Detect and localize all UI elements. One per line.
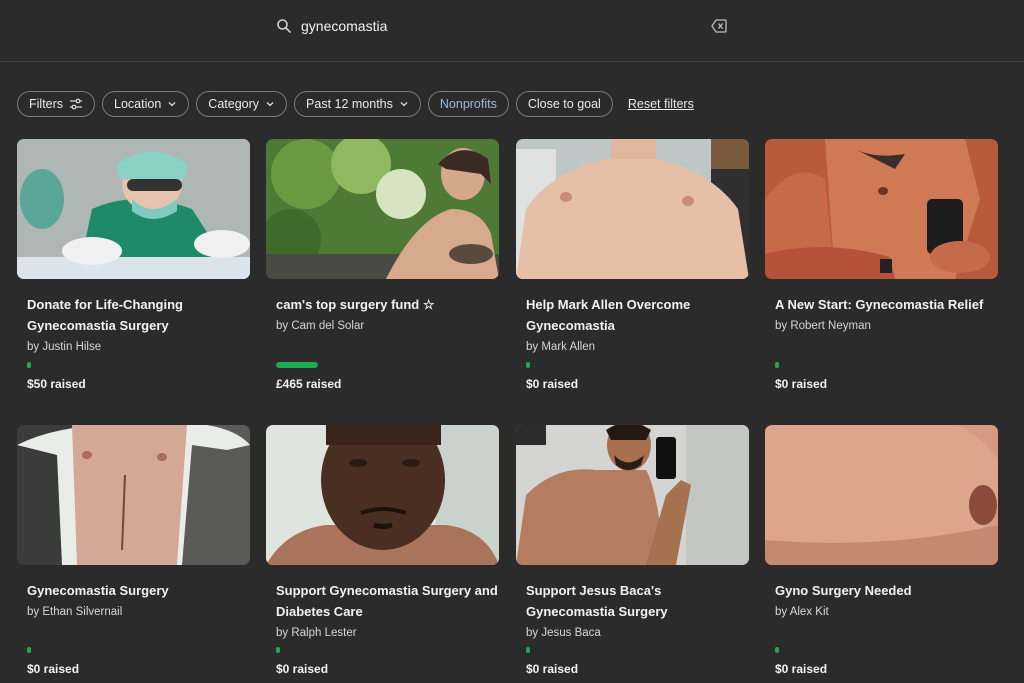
card-organizer: by Ralph Lester (276, 627, 357, 639)
chip-label: Past 12 months (306, 97, 393, 111)
card-organizer: by Cam del Solar (276, 320, 365, 332)
chevron-down-icon (168, 102, 176, 107)
fundraiser-card[interactable]: Support Jesus Baca's Gynecomastia Surger… (516, 419, 749, 676)
search-bar[interactable]: gynecomastia (0, 0, 1024, 62)
date-range-dropdown[interactable]: Past 12 months (294, 91, 421, 117)
progress-bar (27, 647, 31, 653)
amount-raised: $0 raised (526, 377, 579, 391)
progress-bar (775, 647, 779, 653)
progress-fill (276, 362, 318, 368)
chip-label: Location (114, 97, 162, 111)
category-dropdown[interactable]: Category (196, 91, 288, 117)
fundraiser-card[interactable]: Support Gynecomastia Surgery and Diabete… (266, 410, 499, 676)
fundraiser-card[interactable]: Gyno Surgery Needed by Alex Kit $0 raise… (725, 405, 1005, 676)
fundraiser-image (516, 419, 749, 565)
search-icon (277, 19, 291, 33)
fundraiser-image (725, 405, 1005, 565)
sliders-icon (70, 98, 83, 110)
progress-fill (27, 362, 31, 368)
fundraiser-image (516, 139, 749, 279)
filter-bar: Filters Location Category Past 12 months… (17, 90, 694, 118)
progress-fill (775, 362, 779, 368)
chevron-down-icon (400, 102, 408, 107)
fundraiser-image (261, 134, 499, 279)
card-title[interactable]: A New Start: Gynecomastia Relief (765, 294, 998, 315)
progress-fill (775, 647, 779, 653)
amount-raised: $0 raised (27, 662, 80, 676)
chip-label: Close to goal (527, 97, 601, 111)
amount-raised: £465 raised (276, 377, 342, 391)
fundraiser-image (266, 410, 499, 565)
card-title[interactable]: cam's top surgery fund ☆ (266, 294, 499, 315)
card-organizer: by Alex Kit (775, 606, 829, 618)
chip-label: Filters (29, 97, 64, 111)
card-title[interactable]: Gyno Surgery Needed (765, 580, 998, 601)
clear-search-icon[interactable] (711, 19, 727, 33)
close-to-goal-toggle[interactable]: Close to goal (515, 91, 613, 117)
card-title[interactable]: Support Jesus Baca's Gynecomastia Surger… (516, 580, 749, 622)
amount-raised: $0 raised (775, 662, 828, 676)
filters-button[interactable]: Filters (17, 91, 96, 117)
chip-label: Nonprofits (439, 97, 497, 111)
fundraiser-image (17, 425, 250, 565)
progress-bar (775, 362, 779, 368)
fundraiser-image (765, 139, 998, 279)
fundraiser-card[interactable]: cam's top surgery fund ☆ by Cam del Sola… (261, 134, 499, 391)
progress-bar (276, 362, 318, 368)
card-organizer: by Mark Allen (526, 341, 596, 353)
fundraiser-card[interactable]: A New Start: Gynecomastia Relief by Robe… (765, 139, 998, 391)
progress-bar (276, 647, 280, 653)
progress-fill (526, 647, 530, 653)
fundraiser-image (17, 139, 250, 279)
fundraiser-card[interactable]: Donate for Life-Changing Gynecomastia Su… (17, 139, 250, 391)
chip-label: Category (208, 97, 260, 111)
card-title[interactable]: Gynecomastia Surgery (17, 580, 250, 601)
card-title[interactable]: Help Mark Allen Overcome Gynecomastia (516, 294, 749, 336)
progress-fill (526, 362, 530, 368)
location-dropdown[interactable]: Location (102, 91, 190, 117)
progress-fill (27, 647, 31, 653)
card-organizer: by Justin Hilse (27, 341, 102, 353)
progress-bar (27, 362, 31, 368)
card-organizer: by Ethan Silvernail (27, 606, 123, 618)
card-organizer: by Robert Neyman (775, 320, 871, 332)
reset-filters-link[interactable]: Reset filters (628, 97, 694, 111)
progress-bar (526, 647, 530, 653)
search-input[interactable]: gynecomastia (301, 18, 387, 34)
fundraiser-card[interactable]: Gynecomastia Surgery by Ethan Silvernail… (17, 425, 250, 676)
amount-raised: $0 raised (526, 662, 579, 676)
nonprofits-toggle[interactable]: Nonprofits (427, 91, 509, 117)
chevron-down-icon (266, 102, 274, 107)
fundraiser-card[interactable]: Help Mark Allen Overcome Gynecomastia by… (516, 139, 749, 391)
card-organizer: by Jesus Baca (526, 627, 601, 639)
amount-raised: $50 raised (27, 377, 86, 391)
amount-raised: $0 raised (775, 377, 828, 391)
progress-bar (526, 362, 530, 368)
card-title[interactable]: Support Gynecomastia Surgery and Diabete… (266, 580, 499, 622)
progress-fill (276, 647, 280, 653)
amount-raised: $0 raised (276, 662, 329, 676)
card-title[interactable]: Donate for Life-Changing Gynecomastia Su… (17, 294, 250, 336)
